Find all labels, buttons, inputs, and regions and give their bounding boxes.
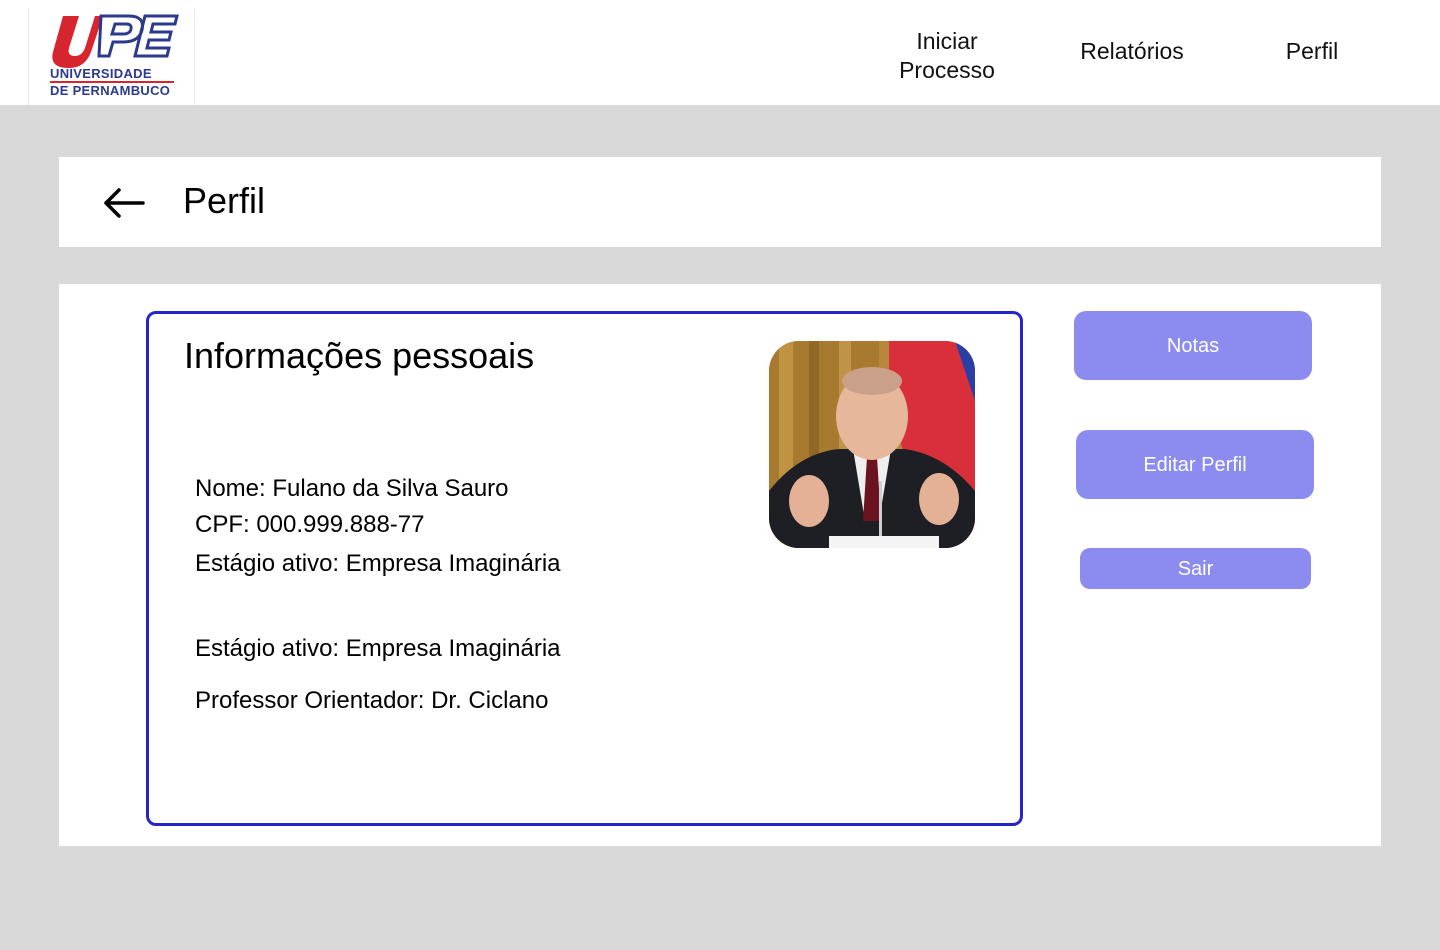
- field-professor-orientador: Professor Orientador: Dr. Ciclano: [195, 687, 549, 714]
- logo-line-1: UNIVERSIDADE: [50, 66, 152, 81]
- profile-photo: [769, 341, 975, 548]
- back-button[interactable]: [101, 185, 147, 221]
- logo-line-2: DE PERNAMBUCO: [50, 83, 171, 98]
- card-title: Informações pessoais: [184, 335, 535, 376]
- top-navbar: UNIVERSIDADE DE PERNAMBUCO Iniciar Proce…: [0, 0, 1440, 105]
- personal-info-card: Informações pessoais Nome: Fulano da Sil…: [146, 311, 1023, 826]
- arrow-left-icon: [104, 188, 145, 218]
- page-title: Perfil: [183, 180, 266, 221]
- nav-iniciar-processo[interactable]: Iniciar Processo: [884, 27, 1010, 85]
- nav-relatorios[interactable]: Relatórios: [1060, 37, 1204, 66]
- nav-iniciar-line-1: Iniciar: [916, 28, 978, 54]
- nav-perfil[interactable]: Perfil: [1270, 37, 1354, 66]
- page-header: Perfil: [59, 157, 1381, 247]
- notas-button[interactable]: Notas: [1074, 311, 1312, 380]
- logout-button[interactable]: Sair: [1080, 548, 1311, 589]
- field-estagio-ativo: Estágio ativo: Empresa Imaginária: [195, 550, 561, 577]
- edit-profile-button[interactable]: Editar Perfil: [1076, 430, 1314, 499]
- nav-iniciar-line-2: Processo: [899, 57, 995, 83]
- field-cpf: CPF: 000.999.888-77: [195, 511, 425, 538]
- upe-logo-mark: [52, 14, 179, 68]
- upe-logo[interactable]: UNIVERSIDADE DE PERNAMBUCO: [28, 8, 195, 105]
- field-estagio-ativo-2: Estágio ativo: Empresa Imaginária: [195, 635, 561, 662]
- field-nome: Nome: Fulano da Silva Sauro: [195, 475, 509, 502]
